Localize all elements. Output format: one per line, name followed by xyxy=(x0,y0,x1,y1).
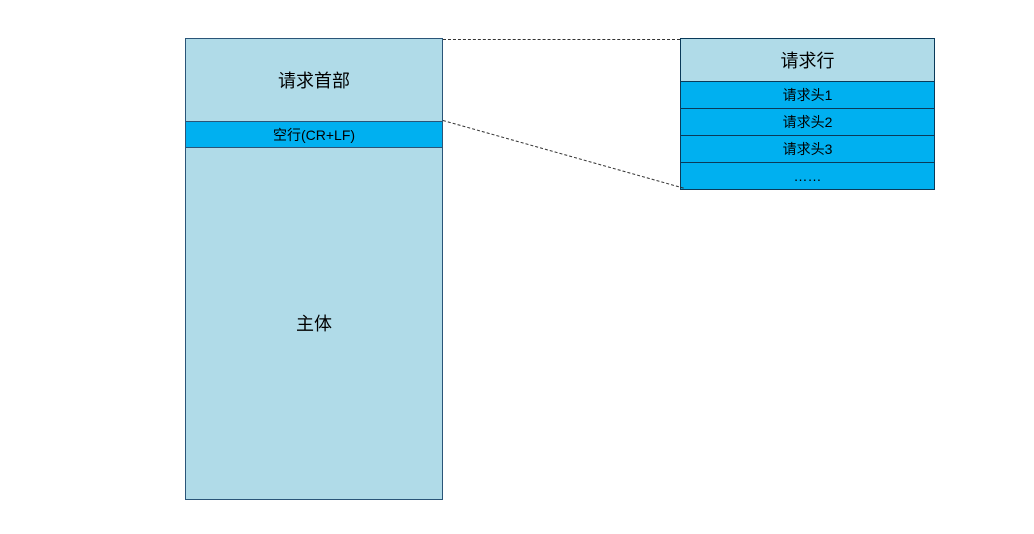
header-row-label: 请求头1 xyxy=(783,85,833,105)
header-row-label: 请求头2 xyxy=(783,112,833,132)
blank-line-section: 空行(CR+LF) xyxy=(186,121,442,148)
header-row: 请求头3 xyxy=(681,135,934,162)
request-line-label: 请求行 xyxy=(781,47,835,73)
header-section: 请求首部 xyxy=(186,39,442,121)
header-section-label: 请求首部 xyxy=(278,67,350,93)
header-row-label: 请求头3 xyxy=(783,139,833,159)
request-structure-box: 请求首部 空行(CR+LF) 主体 xyxy=(185,38,443,500)
body-section-label: 主体 xyxy=(296,310,332,336)
header-row: 请求头2 xyxy=(681,108,934,135)
header-detail-box: 请求行 请求头1 请求头2 请求头3 …… xyxy=(680,38,935,190)
connector-line-top xyxy=(443,39,680,40)
header-row-label: …… xyxy=(794,168,822,184)
header-row: …… xyxy=(681,162,934,189)
connector-line-bottom xyxy=(443,120,684,189)
request-line-section: 请求行 xyxy=(681,39,934,81)
blank-line-label: 空行(CR+LF) xyxy=(273,125,355,145)
body-section: 主体 xyxy=(186,148,442,498)
header-row: 请求头1 xyxy=(681,81,934,108)
